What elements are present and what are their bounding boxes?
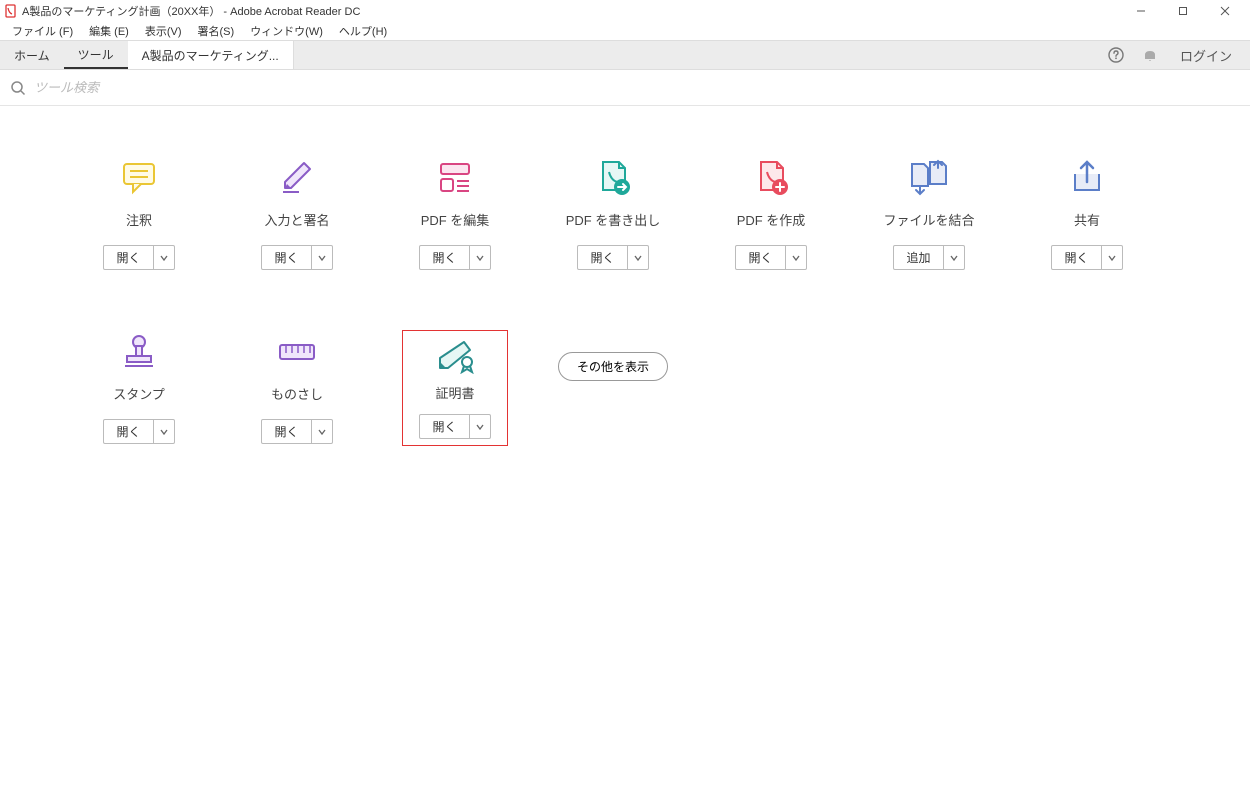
caret-down-icon[interactable] — [312, 420, 332, 443]
caret-down-icon[interactable] — [628, 246, 648, 269]
acrobat-app-icon — [4, 4, 18, 18]
caret-down-icon[interactable] — [1102, 246, 1122, 269]
window-title: A製品のマーケティング計画（20XX年） - Adobe Acrobat Rea… — [22, 3, 360, 19]
tool-stamp[interactable]: スタンプ 開く — [60, 330, 218, 444]
menu-help[interactable]: ヘルプ(H) — [331, 23, 395, 39]
tool-label: 共有 — [1074, 210, 1100, 229]
caret-down-icon[interactable] — [470, 246, 490, 269]
maximize-button[interactable] — [1162, 0, 1204, 22]
search-icon — [10, 80, 26, 96]
edit-pdf-icon — [419, 156, 491, 200]
menu-sign[interactable]: 署名(S) — [190, 23, 243, 39]
caret-down-icon[interactable] — [786, 246, 806, 269]
window-controls — [1120, 0, 1246, 22]
comment-icon — [103, 156, 175, 200]
tool-label: 注釈 — [126, 210, 152, 229]
tool-measure-open-button[interactable]: 開く — [261, 419, 332, 444]
tool-comment[interactable]: 注釈 開く — [60, 156, 218, 270]
login-link[interactable]: ログイン — [1174, 46, 1238, 65]
notification-bell-icon[interactable] — [1140, 45, 1160, 65]
tab-strip: ホーム ツール A製品のマーケティング... ログイン — [0, 40, 1250, 70]
tool-certificate-open-button[interactable]: 開く — [419, 414, 490, 439]
caret-down-icon[interactable] — [944, 246, 964, 269]
tool-label: PDF を作成 — [737, 210, 806, 229]
tool-createpdf-open-button[interactable]: 開く — [735, 245, 806, 270]
tool-label: スタンプ — [113, 384, 165, 403]
menu-file[interactable]: ファイル (F) — [4, 23, 81, 39]
certificate-icon — [419, 337, 491, 375]
tool-exportpdf-open-button[interactable]: 開く — [577, 245, 648, 270]
tool-fill-sign[interactable]: 入力と署名 開く — [218, 156, 376, 270]
tool-fillsign-open-button[interactable]: 開く — [261, 245, 332, 270]
show-more-button[interactable]: その他を表示 — [558, 352, 668, 381]
caret-down-icon[interactable] — [312, 246, 332, 269]
tools-search-input[interactable] — [34, 80, 334, 95]
tool-measure[interactable]: ものさし 開く — [218, 330, 376, 444]
tool-label: 証明書 — [435, 383, 474, 402]
tool-combine-add-button[interactable]: 追加 — [893, 245, 964, 270]
tab-tools[interactable]: ツール — [64, 41, 128, 69]
help-icon[interactable] — [1106, 45, 1126, 65]
show-more-wrap: その他を表示 — [534, 330, 692, 381]
title-bar: A製品のマーケティング計画（20XX年） - Adobe Acrobat Rea… — [0, 0, 1250, 22]
minimize-button[interactable] — [1120, 0, 1162, 22]
menu-view[interactable]: 表示(V) — [137, 23, 190, 39]
caret-down-icon[interactable] — [154, 246, 174, 269]
tool-certificates[interactable]: 証明書 開く — [376, 330, 534, 446]
stamp-icon — [103, 330, 175, 374]
tool-stamp-open-button[interactable]: 開く — [103, 419, 174, 444]
tool-label: PDF を書き出し — [566, 210, 661, 229]
tool-label: ファイルを結合 — [883, 210, 974, 229]
ruler-icon — [261, 330, 333, 374]
tool-create-pdf[interactable]: PDF を作成 開く — [692, 156, 850, 270]
share-icon — [1051, 156, 1123, 200]
tools-search-bar — [0, 70, 1250, 106]
tool-combine-files[interactable]: ファイルを結合 追加 — [850, 156, 1008, 270]
tool-edit-pdf[interactable]: PDF を編集 開く — [376, 156, 534, 270]
caret-down-icon[interactable] — [470, 415, 490, 438]
tool-share[interactable]: 共有 開く — [1008, 156, 1166, 270]
export-pdf-icon — [577, 156, 649, 200]
combine-files-icon — [893, 156, 965, 200]
caret-down-icon[interactable] — [154, 420, 174, 443]
create-pdf-icon — [735, 156, 807, 200]
fill-sign-icon — [261, 156, 333, 200]
tool-editpdf-open-button[interactable]: 開く — [419, 245, 490, 270]
menu-window[interactable]: ウィンドウ(W) — [242, 23, 331, 39]
tool-label: ものさし — [271, 384, 323, 403]
menu-bar: ファイル (F) 編集 (E) 表示(V) 署名(S) ウィンドウ(W) ヘルプ… — [0, 22, 1250, 40]
tool-label: PDF を編集 — [421, 210, 490, 229]
tool-export-pdf[interactable]: PDF を書き出し 開く — [534, 156, 692, 270]
tool-label: 入力と署名 — [264, 210, 329, 229]
tool-comment-open-button[interactable]: 開く — [103, 245, 174, 270]
tool-share-open-button[interactable]: 開く — [1051, 245, 1122, 270]
tab-document[interactable]: A製品のマーケティング... — [128, 41, 294, 69]
menu-edit[interactable]: 編集 (E) — [81, 23, 137, 39]
close-button[interactable] — [1204, 0, 1246, 22]
tab-home[interactable]: ホーム — [0, 41, 64, 69]
tools-grid: 注釈 開く 入力と署名 開く PDF を編集 開く — [0, 106, 1250, 556]
